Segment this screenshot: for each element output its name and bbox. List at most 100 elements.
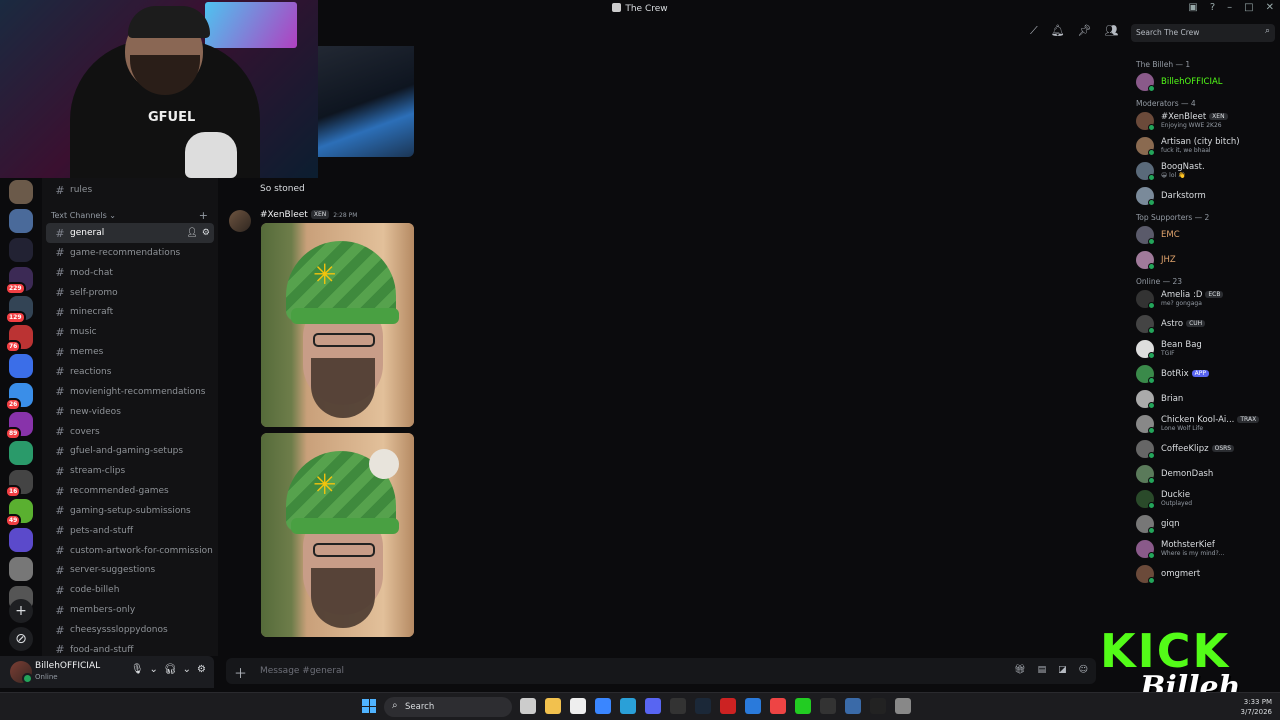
- maximize-icon[interactable]: □: [1244, 2, 1253, 13]
- steam-icon[interactable]: [695, 698, 711, 714]
- message-composer[interactable]: ＋ Message #general 🎁︎ ▤ ◪ ☺: [226, 658, 1096, 684]
- member-list-icon[interactable]: 👥︎: [1105, 24, 1119, 38]
- channel-movienight-recommendations[interactable]: # movienight-recommendations: [46, 382, 214, 402]
- member-item[interactable]: giqn: [1134, 512, 1276, 534]
- member-item[interactable]: DemonDash: [1134, 462, 1276, 484]
- channel-members-only[interactable]: # members-only: [46, 600, 214, 620]
- channel-code-billeh[interactable]: # code-billeh: [46, 580, 214, 600]
- channel-cheesysssloppydonos[interactable]: # cheesysssloppydonos: [46, 620, 214, 640]
- channel-self-promo[interactable]: # self-promo: [46, 283, 214, 303]
- server-icon[interactable]: 49: [5, 499, 33, 527]
- channel-settings-icon[interactable]: ⚙: [202, 228, 210, 238]
- channel-server-suggestions[interactable]: # server-suggestions: [46, 560, 214, 580]
- settings-gear-icon[interactable]: ⚙: [197, 664, 206, 675]
- discover-icon[interactable]: ⊘: [9, 627, 33, 651]
- server-icon[interactable]: [9, 354, 33, 378]
- help-icon[interactable]: ?: [1210, 2, 1215, 13]
- chrome-icon[interactable]: [770, 698, 786, 714]
- member-item[interactable]: Darkstorm: [1134, 184, 1276, 206]
- server-icon[interactable]: 129: [5, 296, 33, 324]
- channel-custom-artwork-for-commission[interactable]: # custom-artwork-for-commission: [46, 541, 214, 561]
- member-item[interactable]: omgmert: [1134, 562, 1276, 584]
- member-item[interactable]: MothsterKief Where is my mind?...: [1134, 537, 1276, 559]
- add-attachment-icon[interactable]: ＋: [234, 663, 247, 682]
- sticker-icon[interactable]: ◪: [1058, 665, 1067, 675]
- message-author[interactable]: #XenBleet: [260, 210, 308, 220]
- member-item[interactable]: EMC: [1134, 223, 1276, 245]
- channel-new-videos[interactable]: # new-videos: [46, 402, 214, 422]
- attachment-photo-1[interactable]: ✳: [261, 223, 414, 427]
- browser-icon[interactable]: [745, 698, 761, 714]
- member-item[interactable]: CoffeeKlipz OSRS: [1134, 437, 1276, 459]
- invite-icon[interactable]: 👤︎: [186, 228, 197, 238]
- attachment-image-previous[interactable]: [318, 46, 414, 157]
- search-input[interactable]: Search The Crew ⌕: [1131, 24, 1275, 42]
- member-item[interactable]: BillehOFFICIAL: [1134, 70, 1276, 92]
- mail-icon[interactable]: [595, 698, 611, 714]
- xbox-icon[interactable]: [795, 698, 811, 714]
- message-author-avatar[interactable]: [229, 210, 251, 232]
- server-icon[interactable]: [9, 238, 33, 262]
- media-icon[interactable]: [720, 698, 736, 714]
- avatar[interactable]: [10, 661, 33, 684]
- add-server-icon[interactable]: +: [9, 599, 33, 623]
- channel-pets-and-stuff[interactable]: # pets-and-stuff: [46, 521, 214, 541]
- display-icon[interactable]: [845, 698, 861, 714]
- channel-game-recommendations[interactable]: # game-recommendations: [46, 243, 214, 263]
- attachment-photo-2[interactable]: ✳: [261, 433, 414, 637]
- store-icon[interactable]: [570, 698, 586, 714]
- channel-music[interactable]: # music: [46, 322, 214, 342]
- member-item[interactable]: #XenBleet XEN Enjoying WWE 2K26: [1134, 109, 1276, 131]
- member-item[interactable]: Artisan (city bitch) fuck it, we bhaal: [1134, 134, 1276, 156]
- emoji-icon[interactable]: ☺: [1079, 665, 1088, 675]
- file-explorer-icon[interactable]: [520, 698, 536, 714]
- channel-stream-clips[interactable]: # stream-clips: [46, 461, 214, 481]
- channel-food-and-stuff[interactable]: # food-and-stuff: [46, 640, 214, 656]
- channel-rules[interactable]: # rules: [46, 180, 214, 200]
- taskbar-search[interactable]: ⌕ Search: [384, 697, 512, 717]
- member-item[interactable]: Chicken Kool-Ai... TRAX Lone Wolf Life: [1134, 412, 1276, 434]
- channel-gfuel-and-gaming-setups[interactable]: # gfuel-and-gaming-setups: [46, 441, 214, 461]
- create-channel-icon[interactable]: +: [199, 209, 208, 222]
- server-icon[interactable]: [9, 209, 33, 233]
- channel-mod-chat[interactable]: # mod-chat: [46, 263, 214, 283]
- inbox-icon[interactable]: ▣: [1188, 2, 1197, 13]
- settings-gear-icon[interactable]: [895, 698, 911, 714]
- bell-icon[interactable]: 🔔︎: [1051, 24, 1065, 38]
- taskbar-clock[interactable]: 3:33 PM 3/7/2026: [1241, 697, 1272, 717]
- channel-recommended-games[interactable]: # recommended-games: [46, 481, 214, 501]
- member-item[interactable]: BoogNast. 😀 lol 👋: [1134, 159, 1276, 181]
- channel-reactions[interactable]: # reactions: [46, 362, 214, 382]
- server-icon[interactable]: 16: [5, 470, 33, 498]
- member-item[interactable]: Amelia :D ECB me? gongaga: [1134, 287, 1276, 309]
- folder-icon[interactable]: [545, 698, 561, 714]
- start-button[interactable]: [362, 699, 376, 713]
- channel-gaming-setup-submissions[interactable]: # gaming-setup-submissions: [46, 501, 214, 521]
- member-item[interactable]: Brian: [1134, 387, 1276, 409]
- category-text-channels[interactable]: Text Channels ⌄: [51, 211, 116, 220]
- server-icon[interactable]: 76: [5, 325, 33, 353]
- server-icon[interactable]: [9, 180, 33, 204]
- headphones-icon[interactable]: 🎧︎: [164, 664, 177, 675]
- channel-minecraft[interactable]: # minecraft: [46, 302, 214, 322]
- gif-icon[interactable]: ▤: [1038, 665, 1047, 675]
- server-icon[interactable]: [9, 441, 33, 465]
- chevron-down-icon[interactable]: ⌄: [150, 664, 158, 675]
- server-icon[interactable]: [9, 528, 33, 552]
- threads-icon[interactable]: ⟋: [1030, 24, 1038, 38]
- member-item[interactable]: BotRix APP: [1134, 362, 1276, 384]
- member-item[interactable]: Duckie Outplayed: [1134, 487, 1276, 509]
- terminal-icon[interactable]: [670, 698, 686, 714]
- member-item[interactable]: Bean Bag TGIF: [1134, 337, 1276, 359]
- microphone-icon[interactable]: 🎙︎: [131, 664, 144, 675]
- discord-icon[interactable]: [645, 698, 661, 714]
- member-item[interactable]: Astro CUH: [1134, 312, 1276, 334]
- chevron-down-icon[interactable]: ⌄: [183, 664, 191, 675]
- server-icon[interactable]: 229: [5, 267, 33, 295]
- channel-covers[interactable]: # covers: [46, 422, 214, 442]
- gift-icon[interactable]: 🎁︎: [1014, 665, 1025, 675]
- epic-games-icon[interactable]: [870, 698, 886, 714]
- close-icon[interactable]: ✕: [1266, 2, 1274, 13]
- obs-icon[interactable]: [820, 698, 836, 714]
- server-icon[interactable]: 89: [5, 412, 33, 440]
